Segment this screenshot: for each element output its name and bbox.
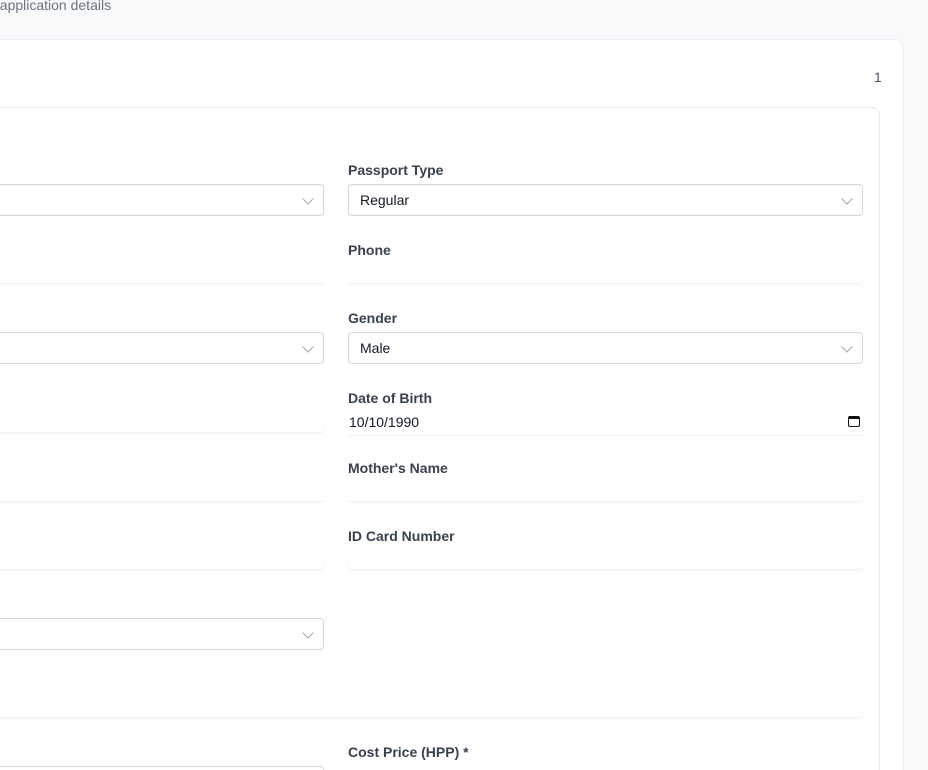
id-card-number-label: ID Card Number xyxy=(348,528,455,544)
left-select-3[interactable] xyxy=(0,618,324,650)
page: t application details 1 Passport Type Re… xyxy=(0,0,928,770)
left-select-1[interactable] xyxy=(0,184,324,216)
mothers-name-label: Mother's Name xyxy=(348,460,448,476)
left-select-4[interactable] xyxy=(0,766,324,770)
passport-type-label: Passport Type xyxy=(348,162,444,178)
chevron-down-icon xyxy=(302,627,314,639)
full-width-text-field[interactable] xyxy=(0,702,863,718)
chevron-down-icon xyxy=(841,193,853,205)
calendar-icon[interactable] xyxy=(848,416,860,427)
page-subtitle: t application details xyxy=(0,0,112,13)
left-text-field-4[interactable] xyxy=(0,554,324,570)
chevron-down-icon xyxy=(841,341,853,353)
chevron-down-icon xyxy=(302,193,314,205)
passport-type-select[interactable]: Regular xyxy=(348,184,863,216)
phone-label: Phone xyxy=(348,242,391,258)
phone-input[interactable] xyxy=(348,268,863,284)
cost-price-label: Cost Price (HPP) * xyxy=(348,744,469,760)
date-of-birth-input[interactable]: 10/10/1990 xyxy=(348,408,863,436)
date-of-birth-label: Date of Birth xyxy=(348,390,432,406)
step-counter: 1 xyxy=(874,69,882,85)
passport-type-value: Regular xyxy=(360,192,410,208)
gender-value: Male xyxy=(360,340,391,356)
gender-select[interactable]: Male xyxy=(348,332,863,364)
id-card-number-input[interactable] xyxy=(348,554,863,570)
left-text-field-1[interactable] xyxy=(0,268,324,284)
left-text-field-2[interactable] xyxy=(0,417,324,433)
left-text-field-3[interactable] xyxy=(0,486,324,502)
chevron-down-icon xyxy=(302,341,314,353)
mothers-name-input[interactable] xyxy=(348,486,863,502)
date-of-birth-value: 10/10/1990 xyxy=(349,414,420,430)
gender-label: Gender xyxy=(348,310,398,326)
left-select-2[interactable] xyxy=(0,332,324,364)
